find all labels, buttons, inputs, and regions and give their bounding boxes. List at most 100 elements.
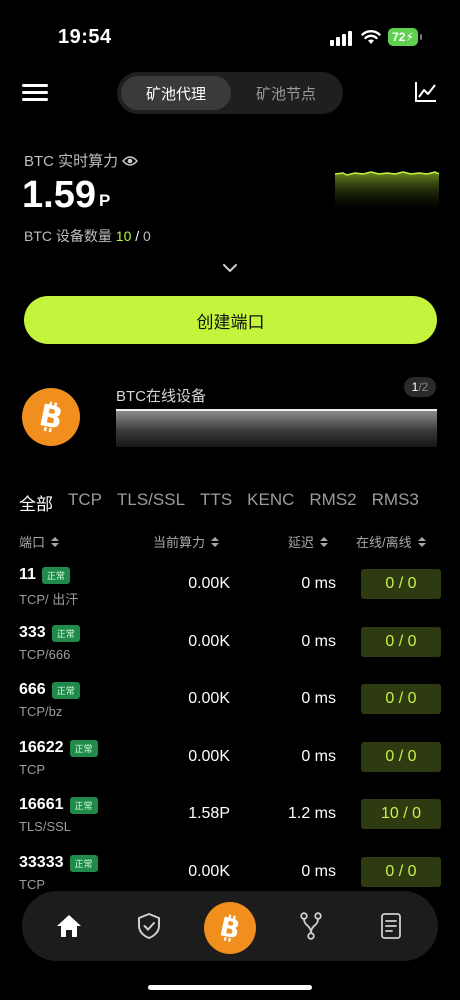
pool-mode-switch: 矿池代理 矿池节点	[117, 72, 343, 114]
port-latency: 0 ms	[301, 575, 336, 592]
port-hashrate: 0.00K	[188, 748, 230, 765]
port-online-offline: 0 / 0	[361, 857, 441, 887]
table-row[interactable]: 16661 正常 TLS/SSL 1.58P 1.2 ms 10 / 0	[0, 796, 460, 853]
port-latency: 1.2 ms	[287, 805, 336, 822]
table-row[interactable]: 333 正常 TCP/666 0.00K 0 ms 0 / 0	[0, 624, 460, 681]
filter-tab-tcp[interactable]: TCP	[68, 490, 102, 515]
device-count-separator: /	[135, 228, 140, 244]
document-icon	[381, 913, 401, 939]
port-protocol: TCP	[19, 762, 45, 777]
line-chart-icon[interactable]	[414, 80, 438, 104]
sort-icon	[417, 536, 426, 547]
hashrate-unit: P	[99, 191, 111, 210]
port-latency: 0 ms	[301, 863, 336, 880]
hashrate-sparkline	[335, 171, 439, 214]
column-header-hashrate-label: 当前算力	[153, 535, 206, 550]
table-row[interactable]: 11 正常 TCP/ 出汗 0.00K 0 ms 0 / 0	[0, 566, 460, 623]
nav-security[interactable]	[124, 891, 174, 961]
port-hashrate: 0.00K	[188, 863, 230, 880]
port-protocol: TCP/bz	[19, 704, 63, 719]
column-header-online[interactable]: 在线/离线	[356, 532, 426, 551]
device-offline-count: 0	[143, 228, 151, 244]
protocol-filter-tabs: 全部 TCP TLS/SSL TTS KENC RMS2 RMS3	[19, 490, 434, 515]
port-hashrate: 0.00K	[188, 633, 230, 650]
port-hashrate: 0.00K	[188, 690, 230, 707]
column-header-hashrate[interactable]: 当前算力	[153, 532, 220, 551]
column-header-latency-label: 延迟	[288, 535, 315, 550]
tab-pool-proxy[interactable]: 矿池代理	[121, 76, 231, 110]
port-hashrate: 0.00K	[188, 575, 230, 592]
device-count: BTC 设备数量 10 / 0	[24, 226, 151, 246]
filter-tab-all[interactable]: 全部	[19, 490, 53, 515]
port-online-offline: 10 / 0	[361, 799, 441, 829]
status-bar: 19:54 72 ⚡	[0, 0, 460, 70]
filter-tab-kenc[interactable]: KENC	[247, 490, 294, 515]
status-time: 19:54	[58, 26, 112, 48]
device-online-count: 10	[115, 228, 132, 244]
bottom-nav: B	[22, 891, 438, 961]
pager-total: /2	[418, 380, 429, 394]
status-badge: 正常	[69, 854, 98, 872]
hashrate-value: 1.59	[22, 174, 96, 216]
port-online-offline: 0 / 0	[361, 742, 441, 772]
filter-tab-rms3[interactable]: RMS3	[372, 490, 419, 515]
port-number: 333	[19, 624, 46, 641]
table-row[interactable]: 666 正常 TCP/bz 0.00K 0 ms 0 / 0	[0, 681, 460, 738]
port-latency: 0 ms	[301, 748, 336, 765]
online-devices-pager[interactable]: 1/2	[404, 377, 436, 397]
port-protocol: TLS/SSL	[19, 819, 72, 834]
column-header-port[interactable]: 端口	[19, 532, 60, 551]
cellular-signal-icon	[330, 30, 352, 46]
online-devices-title: BTC在线设备	[116, 388, 207, 405]
nav-home[interactable]	[44, 891, 94, 961]
port-protocol: TCP/666	[19, 647, 71, 662]
tab-pool-node[interactable]: 矿池节点	[233, 76, 339, 110]
chevron-down-icon[interactable]	[221, 262, 239, 274]
column-header-latency[interactable]: 延迟	[288, 532, 329, 551]
create-port-button[interactable]: 创建端口	[24, 296, 437, 344]
menu-icon[interactable]	[22, 82, 48, 102]
port-number: 16622	[19, 739, 64, 756]
sort-icon	[51, 536, 60, 547]
fork-icon	[300, 912, 322, 940]
filter-tab-rms2[interactable]: RMS2	[309, 490, 356, 515]
home-indicator[interactable]	[148, 985, 312, 990]
filter-tab-tls-ssl[interactable]: TLS/SSL	[117, 490, 185, 515]
port-online-offline: 0 / 0	[361, 684, 441, 714]
status-badge: 正常	[41, 566, 70, 584]
battery-level: 72	[392, 30, 406, 44]
shield-check-icon	[138, 913, 160, 939]
pager-current: 1	[411, 380, 419, 394]
port-hashrate: 1.58P	[188, 805, 230, 822]
port-online-offline: 0 / 0	[361, 627, 441, 657]
nav-nodes[interactable]	[286, 891, 336, 961]
status-badge: 正常	[69, 739, 98, 757]
wifi-icon	[361, 30, 381, 44]
port-number: 666	[19, 681, 46, 698]
status-badge: 正常	[51, 681, 80, 699]
status-badge: 正常	[51, 624, 80, 642]
hashrate-label: BTC 实时算力	[24, 153, 119, 170]
sort-icon	[320, 536, 329, 547]
battery-icon: 72 ⚡	[388, 28, 422, 46]
port-latency: 0 ms	[301, 633, 336, 650]
port-latency: 0 ms	[301, 690, 336, 707]
sort-icon	[211, 536, 220, 547]
port-number: 11	[19, 566, 36, 583]
filter-tab-tts[interactable]: TTS	[200, 490, 232, 515]
hashrate-label-group: BTC 实时算力	[24, 150, 139, 171]
nav-documents[interactable]	[366, 891, 416, 961]
port-number: 16661	[19, 796, 64, 813]
eye-icon[interactable]	[122, 155, 139, 167]
bitcoin-icon: B	[217, 912, 243, 944]
online-devices-chart	[116, 409, 437, 447]
column-header-online-label: 在线/离线	[356, 535, 412, 550]
bitcoin-logo-icon: B	[22, 388, 80, 446]
column-header-port-label: 端口	[19, 535, 46, 550]
device-count-label: BTC 设备数量	[24, 228, 112, 244]
status-badge: 正常	[69, 796, 98, 814]
table-row[interactable]: 16622 正常 TCP 0.00K 0 ms 0 / 0	[0, 739, 460, 796]
nav-bitcoin[interactable]: B	[204, 902, 256, 954]
home-icon	[57, 915, 81, 937]
port-protocol: TCP/ 出汗	[19, 592, 79, 607]
